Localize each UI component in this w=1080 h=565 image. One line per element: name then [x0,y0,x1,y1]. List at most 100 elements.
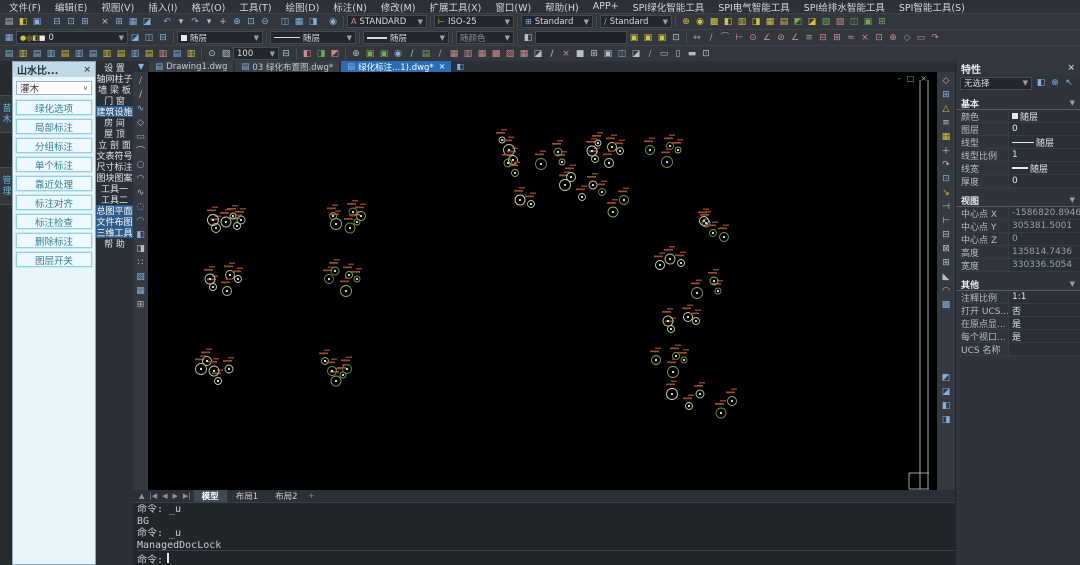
quick-text-input[interactable] [535,31,627,44]
plant-symbol[interactable] [666,380,678,400]
dim-baseline-icon[interactable]: ⊟ [816,32,830,45]
property-value[interactable]: 是 [1008,317,1080,329]
spi-tool-12-icon[interactable]: ▨ [833,15,847,28]
table-tool-5-icon[interactable]: ▤ [419,47,433,60]
spi-tool-11-icon[interactable]: ▧ [819,15,833,28]
property-value[interactable]: 0 [1008,233,1080,245]
lock-icon[interactable]: ◧ [32,34,39,42]
spi-tool-13-icon[interactable]: ◫ [847,15,861,28]
plant-symbol[interactable] [221,278,232,296]
layer-thaw-icon[interactable]: ▥ [44,47,58,60]
layer-lock-icon[interactable]: ▤ [58,47,72,60]
plant-symbol[interactable] [644,137,655,155]
dim-style-combo[interactable]: ⊢ ISO-25 ▼ [434,15,514,28]
plant-symbol[interactable] [586,138,598,157]
property-value[interactable]: 1:1 [1008,291,1080,303]
palette-button-3[interactable]: 分组标注 [15,137,93,154]
image-clip-icon[interactable]: ◨ [314,47,328,60]
plant-symbol[interactable] [552,140,563,157]
table-tool-15-icon[interactable]: × [559,47,573,60]
close-icon[interactable]: × [439,62,446,71]
menu-6[interactable]: 工具(T) [232,0,278,14]
plant-symbol[interactable] [675,251,686,267]
scale-icon[interactable]: ⊡ [940,172,953,185]
menu-12[interactable]: 帮助(H) [538,0,586,14]
property-value[interactable]: 是 [1008,330,1080,342]
quick-dim-icon[interactable]: ≡ [802,32,816,45]
plant-symbol[interactable] [708,269,719,286]
plant-symbol[interactable] [654,252,665,270]
plant-symbol[interactable] [618,187,629,205]
table-tool-24-icon[interactable]: ▬ [685,47,699,60]
layer-previous-icon[interactable]: ⊟ [156,31,170,44]
center-mark-icon[interactable]: ⊕ [886,32,900,45]
table-tool-23-icon[interactable]: ▯ [671,47,685,60]
find-icon[interactable]: ⊕ [349,47,363,60]
table-tool-12-icon[interactable]: ▦ [517,47,531,60]
palette-button-5[interactable]: 靠近处理 [15,175,93,192]
stretch-icon[interactable]: ↘ [940,186,953,199]
rectangle-icon[interactable]: ▭ [134,130,147,143]
dim-update-icon[interactable]: ↷ [928,32,942,45]
table-tool-6-icon[interactable]: ∕ [433,47,447,60]
plant-category-combo[interactable]: 灌木 ∨ [16,81,92,95]
table-tool-1-icon[interactable]: ▣ [363,47,377,60]
layout-nav-icon-1[interactable]: ▲ [137,492,146,500]
new-layout-icon[interactable]: + [307,492,317,500]
insert-block-icon[interactable]: ◧ [134,228,147,241]
table-tool-13-icon[interactable]: ◪ [531,47,545,60]
plant-symbol[interactable] [326,358,337,376]
minimize-icon[interactable]: - [898,74,901,83]
zoom-realtime-icon[interactable]: ⊕ [230,15,244,28]
dim-edit-icon[interactable]: ◇ [900,32,914,45]
plant-symbol[interactable] [691,279,703,299]
table-tool-19-icon[interactable]: ◫ [615,47,629,60]
table-tool-4-icon[interactable]: ∕ [405,47,419,60]
layer-iso-icon[interactable]: ▤ [86,47,100,60]
extend-icon[interactable]: ⊢ [940,214,953,227]
lineweight-combo[interactable]: 随层 ▼ [363,31,449,44]
erase-icon[interactable]: ◇ [940,74,953,87]
palette-titlebar[interactable]: 山水比... × [13,62,95,77]
property-value[interactable]: 1 [1008,149,1080,161]
dim-diameter-icon[interactable]: ⊘ [774,32,788,45]
plant-symbol[interactable] [596,180,607,196]
menu-8[interactable]: 标注(N) [326,0,374,14]
command-prompt-row[interactable]: 命令: [137,550,955,565]
plant-symbol[interactable] [204,266,216,285]
plant-symbol[interactable] [715,400,727,419]
plant-symbol[interactable] [535,150,547,170]
linetype-combo[interactable]: 随层 ▼ [270,31,356,44]
zoom-window-icon[interactable]: ⊡ [244,15,258,28]
make-object-layer-current-icon[interactable]: ◪ [128,31,142,44]
menu-5[interactable]: 格式(O) [184,0,232,14]
menu-14[interactable]: SPI绿化智能工具 [626,0,712,14]
property-value[interactable]: 330336.5054 [1008,259,1080,271]
table-tool-7-icon[interactable]: ▦ [447,47,461,60]
table-tool-22-icon[interactable]: ▭ [657,47,671,60]
array-icon[interactable]: ▦ [940,130,953,143]
tab-list-icon[interactable]: ▼ [135,62,147,71]
trim-icon[interactable]: ⊣ [940,200,953,213]
layout-tab-3[interactable]: 布局2 [267,490,305,502]
table-style-combo[interactable]: ⊞ Standard ▼ [521,15,593,28]
doc-tab-1[interactable]: ▤ Drawing1.dwg [149,61,234,72]
mleader-style-combo[interactable]: ∕ Standard ▼ [600,15,672,28]
matchprop-icon[interactable]: ◪ [140,15,154,28]
properties-section-其他[interactable]: 其他 ▼ [956,278,1080,291]
doc-tab-3[interactable]: ▤ 绿化标注...1).dwg* × [341,61,452,73]
spline-icon[interactable]: ∿ [134,186,147,199]
palette-button-8[interactable]: 删除标注 [15,232,93,249]
layout-nav-icon-4[interactable]: ▶ [171,492,180,500]
image-adjust-icon[interactable]: ◩ [328,47,342,60]
plant-symbol[interactable] [667,358,679,378]
table-tool-16-icon[interactable]: ■ [573,47,587,60]
spi-tool-14-icon[interactable]: ▣ [861,15,875,28]
dim-break-icon[interactable]: × [858,32,872,45]
layout-tab-2[interactable]: 布局1 [228,490,266,502]
drawing-canvas[interactable]: - □ × [148,72,937,490]
table-tool-20-icon[interactable]: ◪ [629,47,643,60]
spi-tool-10-icon[interactable]: ◪ [805,15,819,28]
menu-17[interactable]: SPI智能工具(S) [892,0,972,14]
palette-button-6[interactable]: 标注对齐 [15,194,93,211]
